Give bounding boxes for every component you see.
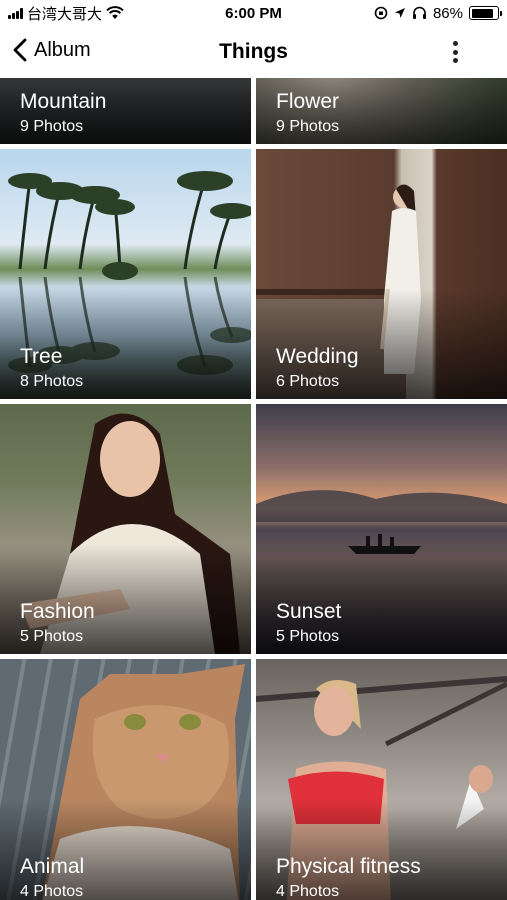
- carrier-label: 台湾大哥大: [27, 5, 103, 23]
- album-count: 8 Photos: [20, 373, 84, 390]
- album-tile-tree[interactable]: Tree 8 Photos: [0, 149, 251, 399]
- more-dot: [452, 58, 458, 63]
- battery-icon: [469, 6, 502, 20]
- album-name: Tree: [20, 345, 63, 368]
- battery-level: [471, 8, 493, 18]
- album-tile-sunset[interactable]: Sunset 5 Photos: [256, 404, 507, 654]
- orientation-lock-icon: [374, 6, 388, 20]
- status-right: 86%: [319, 4, 502, 22]
- album-tile-fashion[interactable]: Fashion 5 Photos: [0, 404, 251, 654]
- headphones-icon: [412, 6, 426, 19]
- album-count: 5 Photos: [20, 628, 84, 645]
- album-tile-flower[interactable]: Flower 9 Photos: [256, 78, 507, 144]
- signal-icon: [8, 7, 23, 19]
- location-icon: [394, 8, 405, 18]
- album-tile-wedding[interactable]: Wedding 6 Photos: [256, 149, 507, 399]
- more-options-button[interactable]: [443, 40, 467, 64]
- album-name: Wedding: [276, 345, 359, 368]
- album-tile-mountain[interactable]: Mountain 9 Photos: [0, 78, 251, 144]
- album-count: 6 Photos: [276, 373, 340, 390]
- status-bar: 台湾大哥大 6:00 PM 86%: [0, 0, 507, 26]
- album-count: 4 Photos: [276, 883, 340, 900]
- back-button[interactable]: Album: [12, 38, 91, 62]
- album-count: 5 Photos: [276, 628, 340, 645]
- album-name: Sunset: [276, 600, 342, 623]
- album-count: 4 Photos: [20, 883, 84, 900]
- album-name: Physical fitness: [276, 855, 421, 878]
- more-dot: [452, 49, 458, 55]
- status-time: 6:00 PM: [225, 4, 282, 22]
- album-name: Mountain: [20, 90, 107, 113]
- wifi-icon: [106, 6, 124, 19]
- more-vertical-icon: [452, 41, 458, 46]
- album-tile-physical-fitness[interactable]: Physical fitness 4 Photos: [256, 659, 507, 900]
- album-name: Flower: [276, 90, 340, 113]
- album-name: Animal: [20, 855, 85, 878]
- album-count: 9 Photos: [276, 118, 340, 135]
- album-name: Fashion: [20, 600, 95, 623]
- back-label: Album: [34, 38, 91, 61]
- album-grid: Mountain 9 Photos Flower 9 Photos Tree 8…: [0, 78, 507, 900]
- navigation-bar: Album Things: [0, 26, 507, 78]
- album-count: 9 Photos: [20, 118, 84, 135]
- album-tile-animal[interactable]: Animal 4 Photos: [0, 659, 251, 900]
- chevron-left-icon: [13, 38, 27, 62]
- status-left: 台湾大哥大: [8, 3, 188, 24]
- battery-percent: 86%: [432, 4, 463, 22]
